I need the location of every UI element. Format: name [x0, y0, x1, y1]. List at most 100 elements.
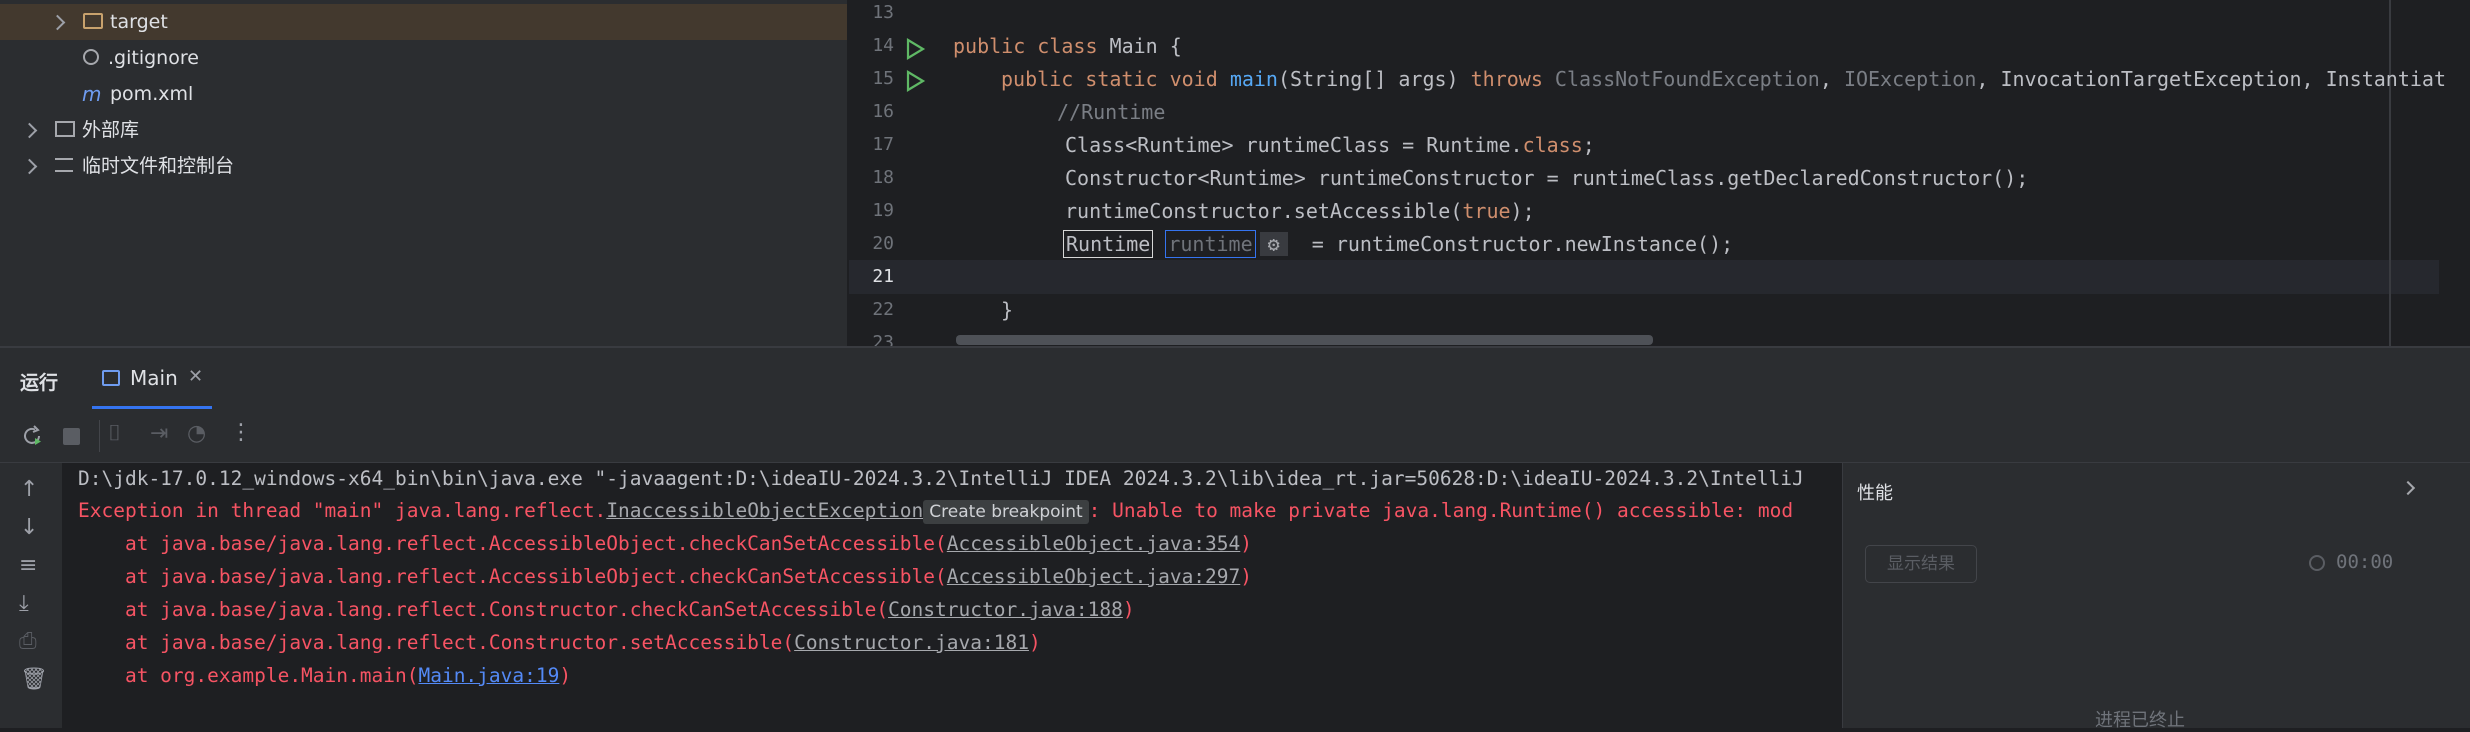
keyword: true — [1462, 199, 1511, 223]
source-link[interactable]: AccessibleObject.java:354 — [947, 532, 1241, 555]
console-text: ) — [1240, 532, 1253, 555]
template-var-name[interactable]: runtime — [1165, 230, 1256, 258]
code-line-17: Class<Runtime> runtimeClass = Runtime.cl… — [1065, 133, 1595, 157]
chevron-right-icon[interactable] — [2400, 480, 2416, 496]
gitignore-icon — [83, 49, 99, 65]
method-name: main — [1229, 67, 1278, 91]
soft-wrap-icon[interactable]: ≡ — [19, 553, 37, 578]
console-command-line: D:\jdk-17.0.12_windows-x64_bin\bin\java.… — [78, 467, 1804, 490]
stack-frame: at java.base/java.lang.reflect.Construct… — [78, 598, 1135, 621]
source-link[interactable]: AccessibleObject.java:297 — [947, 565, 1241, 588]
horizontal-scrollbar[interactable] — [956, 335, 1653, 345]
console-text: at java.base/java.lang.reflect.Accessibl… — [78, 565, 947, 588]
stop-icon[interactable] — [63, 428, 80, 445]
console-text: at org.example.Main.main( — [78, 664, 419, 687]
run-config-icon — [102, 370, 120, 386]
code-editor[interactable]: 13 14 15 16 17 18 19 20 21 22 23 public … — [849, 0, 2470, 346]
current-line-highlight — [849, 260, 2439, 294]
keyword: throws — [1470, 67, 1543, 91]
stack-frame: at java.base/java.lang.reflect.Accessibl… — [78, 532, 1252, 555]
toolbar-divider — [99, 420, 100, 452]
code-text: , InvocationTargetException, Instantiat — [1976, 67, 2446, 91]
keyword: public — [953, 34, 1026, 58]
trash-icon[interactable]: 🗑 — [20, 667, 48, 692]
close-icon[interactable]: ✕ — [188, 366, 203, 387]
scratches-icon — [55, 158, 73, 172]
console-side-toolbar: ↑ ↓ ≡ ⤓ ⎙ 🗑 — [0, 463, 62, 728]
tab-main[interactable]: Main ✕ — [92, 348, 212, 410]
tab-label: Main — [130, 366, 178, 390]
profiler-icon[interactable]: ◔ — [187, 421, 206, 446]
arrow-up-icon[interactable]: ↑ — [20, 477, 38, 502]
line-number: 22 — [872, 299, 894, 320]
code-text: Main { — [1097, 34, 1182, 58]
tab-underline — [92, 406, 212, 409]
process-status: 进程已终止 — [2095, 710, 2185, 731]
gear-icon[interactable]: ⚙ — [1259, 232, 1288, 256]
line-number: 17 — [872, 134, 894, 155]
code-line-18: Constructor<Runtime> runtimeConstructor … — [1065, 166, 2029, 190]
run-gutter-icon[interactable] — [904, 70, 926, 92]
line-number: 23 — [872, 332, 894, 346]
code-line-19: runtimeConstructor.setAccessible(true); — [1065, 199, 1535, 223]
exception-link[interactable]: InaccessibleObjectException — [606, 499, 923, 522]
code-text: (String[] args) — [1277, 67, 1471, 91]
line-number: 19 — [872, 200, 894, 221]
rerun-icon[interactable] — [20, 424, 44, 448]
chevron-right-icon[interactable] — [49, 14, 66, 31]
line-number: 20 — [872, 233, 894, 254]
more-options-icon[interactable]: ⋮ — [230, 420, 252, 445]
import-icon[interactable]: ⇥ — [150, 421, 168, 446]
arrow-down-icon[interactable]: ↓ — [20, 515, 38, 540]
console-text: ) — [559, 664, 572, 687]
scroll-to-end-icon[interactable]: ⤓ — [19, 591, 29, 616]
line-number: 21 — [872, 266, 894, 287]
tree-item-label: .gitignore — [108, 47, 199, 69]
maven-icon: m — [82, 82, 102, 106]
unused-exception: ClassNotFoundException — [1542, 67, 1820, 91]
line-number: 15 — [872, 68, 894, 89]
code-line-14: public class Main { — [953, 34, 1182, 58]
stack-frame: at java.base/java.lang.reflect.Construct… — [78, 631, 1041, 654]
chevron-right-icon[interactable] — [21, 122, 38, 139]
run-panel-title: 运行 — [20, 372, 59, 394]
tree-item-label: 临时文件和控制台 — [82, 155, 235, 177]
perf-title: 性能 — [1857, 483, 1893, 504]
console-text: ) — [1240, 565, 1253, 588]
console-text: at java.base/java.lang.reflect.Construct… — [78, 631, 795, 654]
code-line-20: Runtime runtime ⚙ = runtimeConstructor.ne… — [1063, 230, 1733, 258]
folder-icon — [83, 13, 103, 29]
tree-item-target[interactable]: target — [0, 4, 847, 40]
timer-value: 00:00 — [2336, 551, 2394, 573]
camera-icon[interactable]: ⌷ — [108, 421, 121, 446]
tree-item-label: pom.xml — [110, 83, 194, 105]
template-var-type[interactable]: Runtime — [1063, 230, 1154, 258]
project-tree: target .gitignore m pom.xml 外部库 临时文件和控制台 — [0, 0, 847, 346]
source-link[interactable]: Constructor.java:188 — [888, 598, 1123, 621]
library-icon — [55, 121, 75, 137]
show-results-button[interactable]: 显示结果 — [1865, 545, 1977, 583]
run-gutter-icon[interactable] — [904, 38, 926, 60]
performance-panel: 性能 显示结果 00:00 进程已终止 — [1842, 463, 2470, 731]
code-text: runtimeConstructor.setAccessible( — [1065, 199, 1463, 223]
line-number: 14 — [872, 35, 894, 56]
print-icon[interactable]: ⎙ — [19, 629, 37, 654]
keyword: void — [1169, 67, 1218, 91]
keyword: public — [1001, 67, 1074, 91]
chevron-right-icon[interactable] — [21, 158, 38, 175]
code-line-15: public static void main(String[] args) t… — [1001, 67, 2446, 91]
console-text: ) — [1028, 631, 1041, 654]
source-link[interactable]: Constructor.java:181 — [794, 631, 1029, 654]
code-text: = runtimeConstructor.newInstance(); — [1311, 232, 1734, 256]
keyword: static — [1085, 67, 1158, 91]
stack-frame: at org.example.Main.main(Main.java:19) — [78, 664, 571, 687]
code-text: ; — [1582, 133, 1595, 157]
console-output[interactable]: D:\jdk-17.0.12_windows-x64_bin\bin\java.… — [62, 463, 1842, 728]
editor-right-margin — [2389, 0, 2391, 346]
source-link[interactable]: Main.java:19 — [418, 664, 559, 687]
code-text: Class<Runtime> runtimeClass = Runtime. — [1065, 133, 1523, 157]
create-breakpoint-tooltip[interactable]: Create breakpoint — [923, 500, 1089, 524]
console-text: : Unable to make private java.lang.Runti… — [1088, 499, 1794, 522]
code-line-16: //Runtime — [1057, 100, 1166, 124]
run-panel-header: 运行 Main ✕ — [0, 348, 2470, 410]
